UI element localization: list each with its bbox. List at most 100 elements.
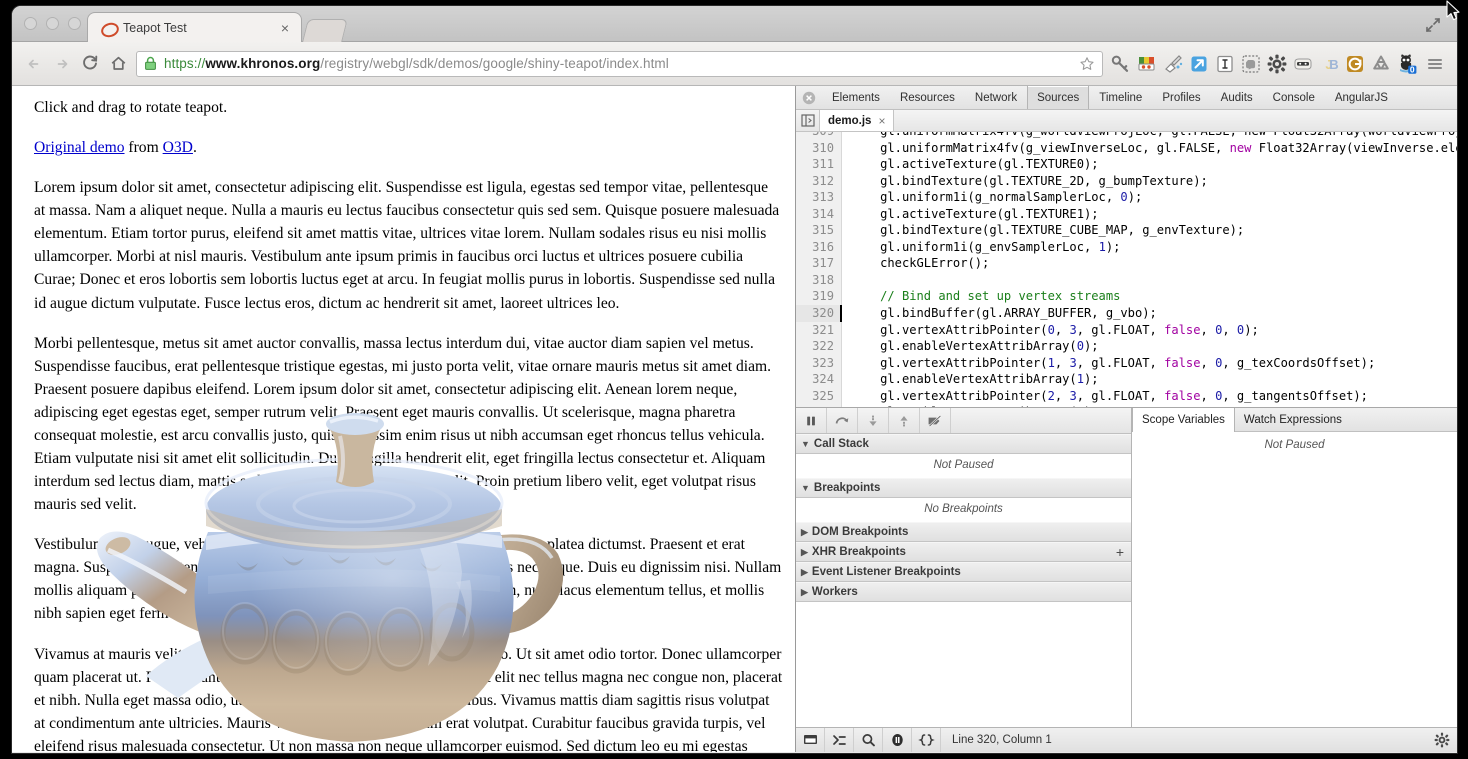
code-text[interactable]: gl.uniformMatrix4fv(g_worldViewProjLoc, … <box>842 132 1457 140</box>
code-line[interactable]: 315 gl.bindTexture(gl.TEXTURE_CUBE_MAP, … <box>796 222 1457 239</box>
code-line[interactable]: 314 gl.activeTexture(gl.TEXTURE1); <box>796 205 1457 223</box>
code-text[interactable]: gl.vertexAttribPointer(1, 3, gl.FLOAT, f… <box>842 355 1375 372</box>
show-navigator-icon[interactable] <box>796 110 820 131</box>
home-icon[interactable] <box>104 50 132 78</box>
code-line[interactable]: 317 checkGLError(); <box>796 255 1457 272</box>
deactivate-breakpoints-button[interactable] <box>920 408 951 433</box>
panel-header-call-stack[interactable]: ▼ Call Stack <box>796 434 1131 454</box>
line-number[interactable]: 316 <box>796 238 842 256</box>
code-line[interactable]: 316 gl.uniform1i(g_envSamplerLoc, 1); <box>796 238 1457 256</box>
code-text[interactable] <box>842 272 851 289</box>
code-line[interactable]: 310 gl.uniformMatrix4fv(g_viewInverseLoc… <box>796 139 1457 157</box>
code-text[interactable]: gl.uniformMatrix4fv(g_viewInverseLoc, gl… <box>842 140 1457 157</box>
devtools-close-icon[interactable] <box>796 86 822 109</box>
gear-icon[interactable] <box>1265 52 1289 76</box>
line-number[interactable]: 317 <box>796 255 842 272</box>
browser-tab-teapot-test[interactable]: Teapot Test × <box>87 12 302 42</box>
code-text[interactable]: gl.activeTexture(gl.TEXTURE0); <box>842 156 1098 173</box>
minimize-window-button[interactable] <box>46 17 59 30</box>
line-number[interactable]: 321 <box>796 321 842 339</box>
tab-elements[interactable]: Elements <box>822 86 890 109</box>
step-into-button[interactable] <box>858 408 889 433</box>
bookmark-star-icon[interactable] <box>1076 56 1098 72</box>
original-demo-link[interactable]: Original demo <box>34 139 125 156</box>
close-icon[interactable]: × <box>277 21 293 35</box>
line-number[interactable]: 325 <box>796 387 842 405</box>
file-tab-demo-js[interactable]: demo.js × <box>820 110 895 131</box>
code-line[interactable]: 309 gl.uniformMatrix4fv(g_worldViewProjL… <box>796 132 1457 140</box>
step-out-button[interactable] <box>889 408 920 433</box>
pause-circle-icon[interactable] <box>883 728 912 752</box>
tab-resources[interactable]: Resources <box>890 86 965 109</box>
panel-header-dom-breakpoints[interactable]: ▶ DOM Breakpoints <box>796 522 1131 542</box>
code-line[interactable]: 326 gl.enableVertexAttribArray(2); <box>796 404 1457 407</box>
code-text[interactable]: // Bind and set up vertex streams <box>842 288 1120 305</box>
console-prompt-icon[interactable] <box>825 728 854 752</box>
code-text[interactable]: gl.activeTexture(gl.TEXTURE1); <box>842 206 1098 223</box>
paintbrush-icon[interactable] <box>1161 52 1185 76</box>
gear-icon[interactable] <box>1427 728 1457 752</box>
code-line[interactable]: 318 <box>796 271 1457 289</box>
panel-header-event-listener-breakpoints[interactable]: ▶ Event Listener Breakpoints <box>796 562 1131 582</box>
code-text[interactable]: gl.vertexAttribPointer(0, 3, gl.FLOAT, f… <box>842 322 1259 339</box>
line-number[interactable]: 311 <box>796 156 842 173</box>
evernote-elephant-icon[interactable] <box>1239 52 1263 76</box>
code-line[interactable]: 321 gl.vertexAttribPointer(0, 3, gl.FLOA… <box>796 321 1457 339</box>
code-text[interactable]: gl.uniform1i(g_normalSamplerLoc, 0); <box>842 189 1142 206</box>
address-bar[interactable]: https://www.khronos.org/registry/webgl/s… <box>136 50 1103 77</box>
line-number[interactable]: 323 <box>796 354 842 372</box>
line-number[interactable]: 310 <box>796 139 842 157</box>
zoom-window-button[interactable] <box>68 17 81 30</box>
line-number[interactable]: 318 <box>796 271 842 289</box>
tab-network[interactable]: Network <box>965 86 1027 109</box>
instapaper-icon[interactable] <box>1213 52 1237 76</box>
key-icon[interactable] <box>1109 52 1133 76</box>
code-text[interactable]: checkGLError(); <box>842 255 989 272</box>
code-line[interactable]: 320 gl.bindBuffer(gl.ARRAY_BUFFER, g_vbo… <box>796 305 1457 322</box>
curly-braces-icon[interactable] <box>912 728 941 752</box>
source-code-editor[interactable]: 309 gl.uniformMatrix4fv(g_worldViewProjL… <box>796 132 1457 407</box>
reload-icon[interactable] <box>76 50 104 78</box>
code-line[interactable]: 312 gl.bindTexture(gl.TEXTURE_2D, g_bump… <box>796 172 1457 190</box>
panel-header-breakpoints[interactable]: ▼ Breakpoints <box>796 478 1131 498</box>
colorpicker-icon[interactable] <box>1135 52 1159 76</box>
pause-resume-button[interactable] <box>796 408 827 433</box>
line-number[interactable]: 326 <box>796 404 842 407</box>
tab-watch-expressions[interactable]: Watch Expressions <box>1235 408 1351 431</box>
code-line[interactable]: 319 // Bind and set up vertex streams <box>796 288 1457 306</box>
line-number[interactable]: 314 <box>796 205 842 223</box>
code-text[interactable]: gl.bindTexture(gl.TEXTURE_2D, g_bumpText… <box>842 173 1208 190</box>
code-text[interactable]: gl.enableVertexAttribArray(1); <box>842 371 1098 388</box>
code-line[interactable]: 322 gl.enableVertexAttribArray(0); <box>796 338 1457 355</box>
tab-console[interactable]: Console <box>1263 86 1325 109</box>
jetbrains-jb-icon[interactable]: J B <box>1317 52 1341 76</box>
line-number[interactable]: 320 <box>796 305 842 322</box>
tab-timeline[interactable]: Timeline <box>1089 86 1152 109</box>
code-text[interactable]: gl.bindBuffer(gl.ARRAY_BUFFER, g_vbo); <box>840 305 1157 322</box>
ghostery-icon[interactable] <box>1343 52 1367 76</box>
o3d-link[interactable]: O3D <box>163 139 193 156</box>
code-line[interactable]: 311 gl.activeTexture(gl.TEXTURE0); <box>796 156 1457 173</box>
bandit-mask-icon[interactable] <box>1291 52 1315 76</box>
back-arrow-icon[interactable] <box>20 50 48 78</box>
panel-header-workers[interactable]: ▶ Workers <box>796 582 1131 602</box>
forward-arrow-icon[interactable] <box>48 50 76 78</box>
close-window-button[interactable] <box>24 17 37 30</box>
code-text[interactable]: gl.bindTexture(gl.TEXTURE_CUBE_MAP, g_en… <box>842 222 1244 239</box>
panel-header-xhr-breakpoints[interactable]: ▶ XHR Breakpoints + <box>796 542 1131 562</box>
tab-profiles[interactable]: Profiles <box>1152 86 1210 109</box>
github-octocat-icon[interactable]: 0 <box>1395 52 1419 76</box>
add-xhr-breakpoint-icon[interactable]: + <box>1116 544 1124 560</box>
code-text[interactable]: gl.enableVertexAttribArray(2); <box>842 404 1098 407</box>
page-viewport[interactable]: Click and drag to rotate teapot. Origina… <box>12 86 796 752</box>
line-number[interactable]: 322 <box>796 338 842 355</box>
line-number[interactable]: 319 <box>796 288 842 306</box>
code-line[interactable]: 325 gl.vertexAttribPointer(2, 3, gl.FLOA… <box>796 387 1457 405</box>
code-text[interactable]: gl.uniform1i(g_envSamplerLoc, 1); <box>842 239 1120 256</box>
code-text[interactable]: gl.enableVertexAttribArray(0); <box>842 338 1098 355</box>
dock-window-icon[interactable] <box>796 728 825 752</box>
step-over-button[interactable] <box>827 408 858 433</box>
tab-angularjs[interactable]: AngularJS <box>1325 86 1398 109</box>
code-text[interactable]: gl.vertexAttribPointer(2, 3, gl.FLOAT, f… <box>842 388 1368 405</box>
code-scroll-container[interactable]: 309 gl.uniformMatrix4fv(g_worldViewProjL… <box>796 132 1457 407</box>
